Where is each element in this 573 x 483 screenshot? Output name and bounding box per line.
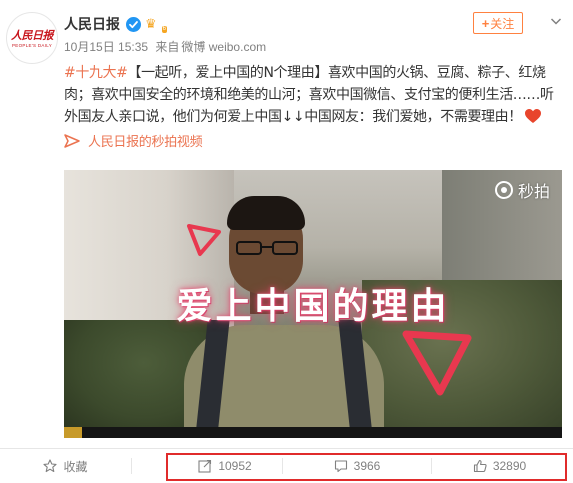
avatar-logo-subtext: PEOPLE'S DAILY <box>12 43 52 48</box>
video-progress-bar[interactable] <box>64 427 562 438</box>
action-separator <box>131 458 132 474</box>
weibo-post-card: 人民日报 PEOPLE'S DAILY 人民日报 ♛ 6 10月15日 15:3… <box>0 0 573 483</box>
video-overlay-title: 爱上中国的理由 <box>176 286 450 327</box>
post-body: 【一起听，爱上中国的N个理由】喜欢中国的火锅、豆腐、粽子、红烧肉；喜欢中国安全的… <box>64 65 554 125</box>
avatar[interactable]: 人民日报 PEOPLE'S DAILY <box>6 12 58 64</box>
video-person-glasses <box>236 241 298 255</box>
source-prefix: 来自 <box>155 40 180 54</box>
plus-icon: + <box>481 15 490 31</box>
name-row: 人民日报 ♛ 6 <box>64 14 167 34</box>
star-icon <box>43 459 58 473</box>
post-text: #十九大#【一起听，爱上中国的N个理由】喜欢中国的火锅、豆腐、粽子、红烧肉；喜欢… <box>64 62 564 128</box>
video-player[interactable]: 爱上中国的理由 秒拍 <box>64 170 562 438</box>
link-icon <box>64 133 80 148</box>
video-watermark: 秒拍 <box>494 178 550 202</box>
highlight-box <box>166 453 567 481</box>
video-watermark-label: 秒拍 <box>517 182 550 201</box>
favorite-button[interactable]: 收藏 <box>0 449 131 483</box>
heart-icon <box>524 109 541 123</box>
post-date[interactable]: 10月15日 15:35 <box>64 40 148 54</box>
verified-icon[interactable] <box>126 16 141 32</box>
triangle-decoration-left <box>187 224 221 256</box>
hashtag-link[interactable]: #十九大# <box>64 65 128 81</box>
video-source-label: 人民日报的秒拍视频 <box>88 135 203 150</box>
post-source[interactable]: 微博 weibo.com <box>181 40 266 54</box>
favorite-label: 收藏 <box>63 459 88 474</box>
post-meta: 10月15日 15:35 来自 微博 weibo.com <box>64 38 266 55</box>
avatar-logo-text: 人民日报 <box>11 29 54 42</box>
camera-icon <box>494 181 513 199</box>
video-person-hair <box>227 196 305 230</box>
username[interactable]: 人民日报 <box>64 14 120 34</box>
follow-button[interactable]: + 关注 <box>473 12 523 34</box>
video-source-link[interactable]: 人民日报的秒拍视频 <box>64 131 203 150</box>
video-progress-fill <box>64 427 82 438</box>
chevron-down-icon[interactable] <box>549 14 563 28</box>
member-level: 6 <box>161 25 167 33</box>
follow-label: 关注 <box>490 16 515 31</box>
triangle-decoration-right <box>402 330 472 396</box>
crown-icon[interactable]: ♛ 6 <box>145 17 167 33</box>
